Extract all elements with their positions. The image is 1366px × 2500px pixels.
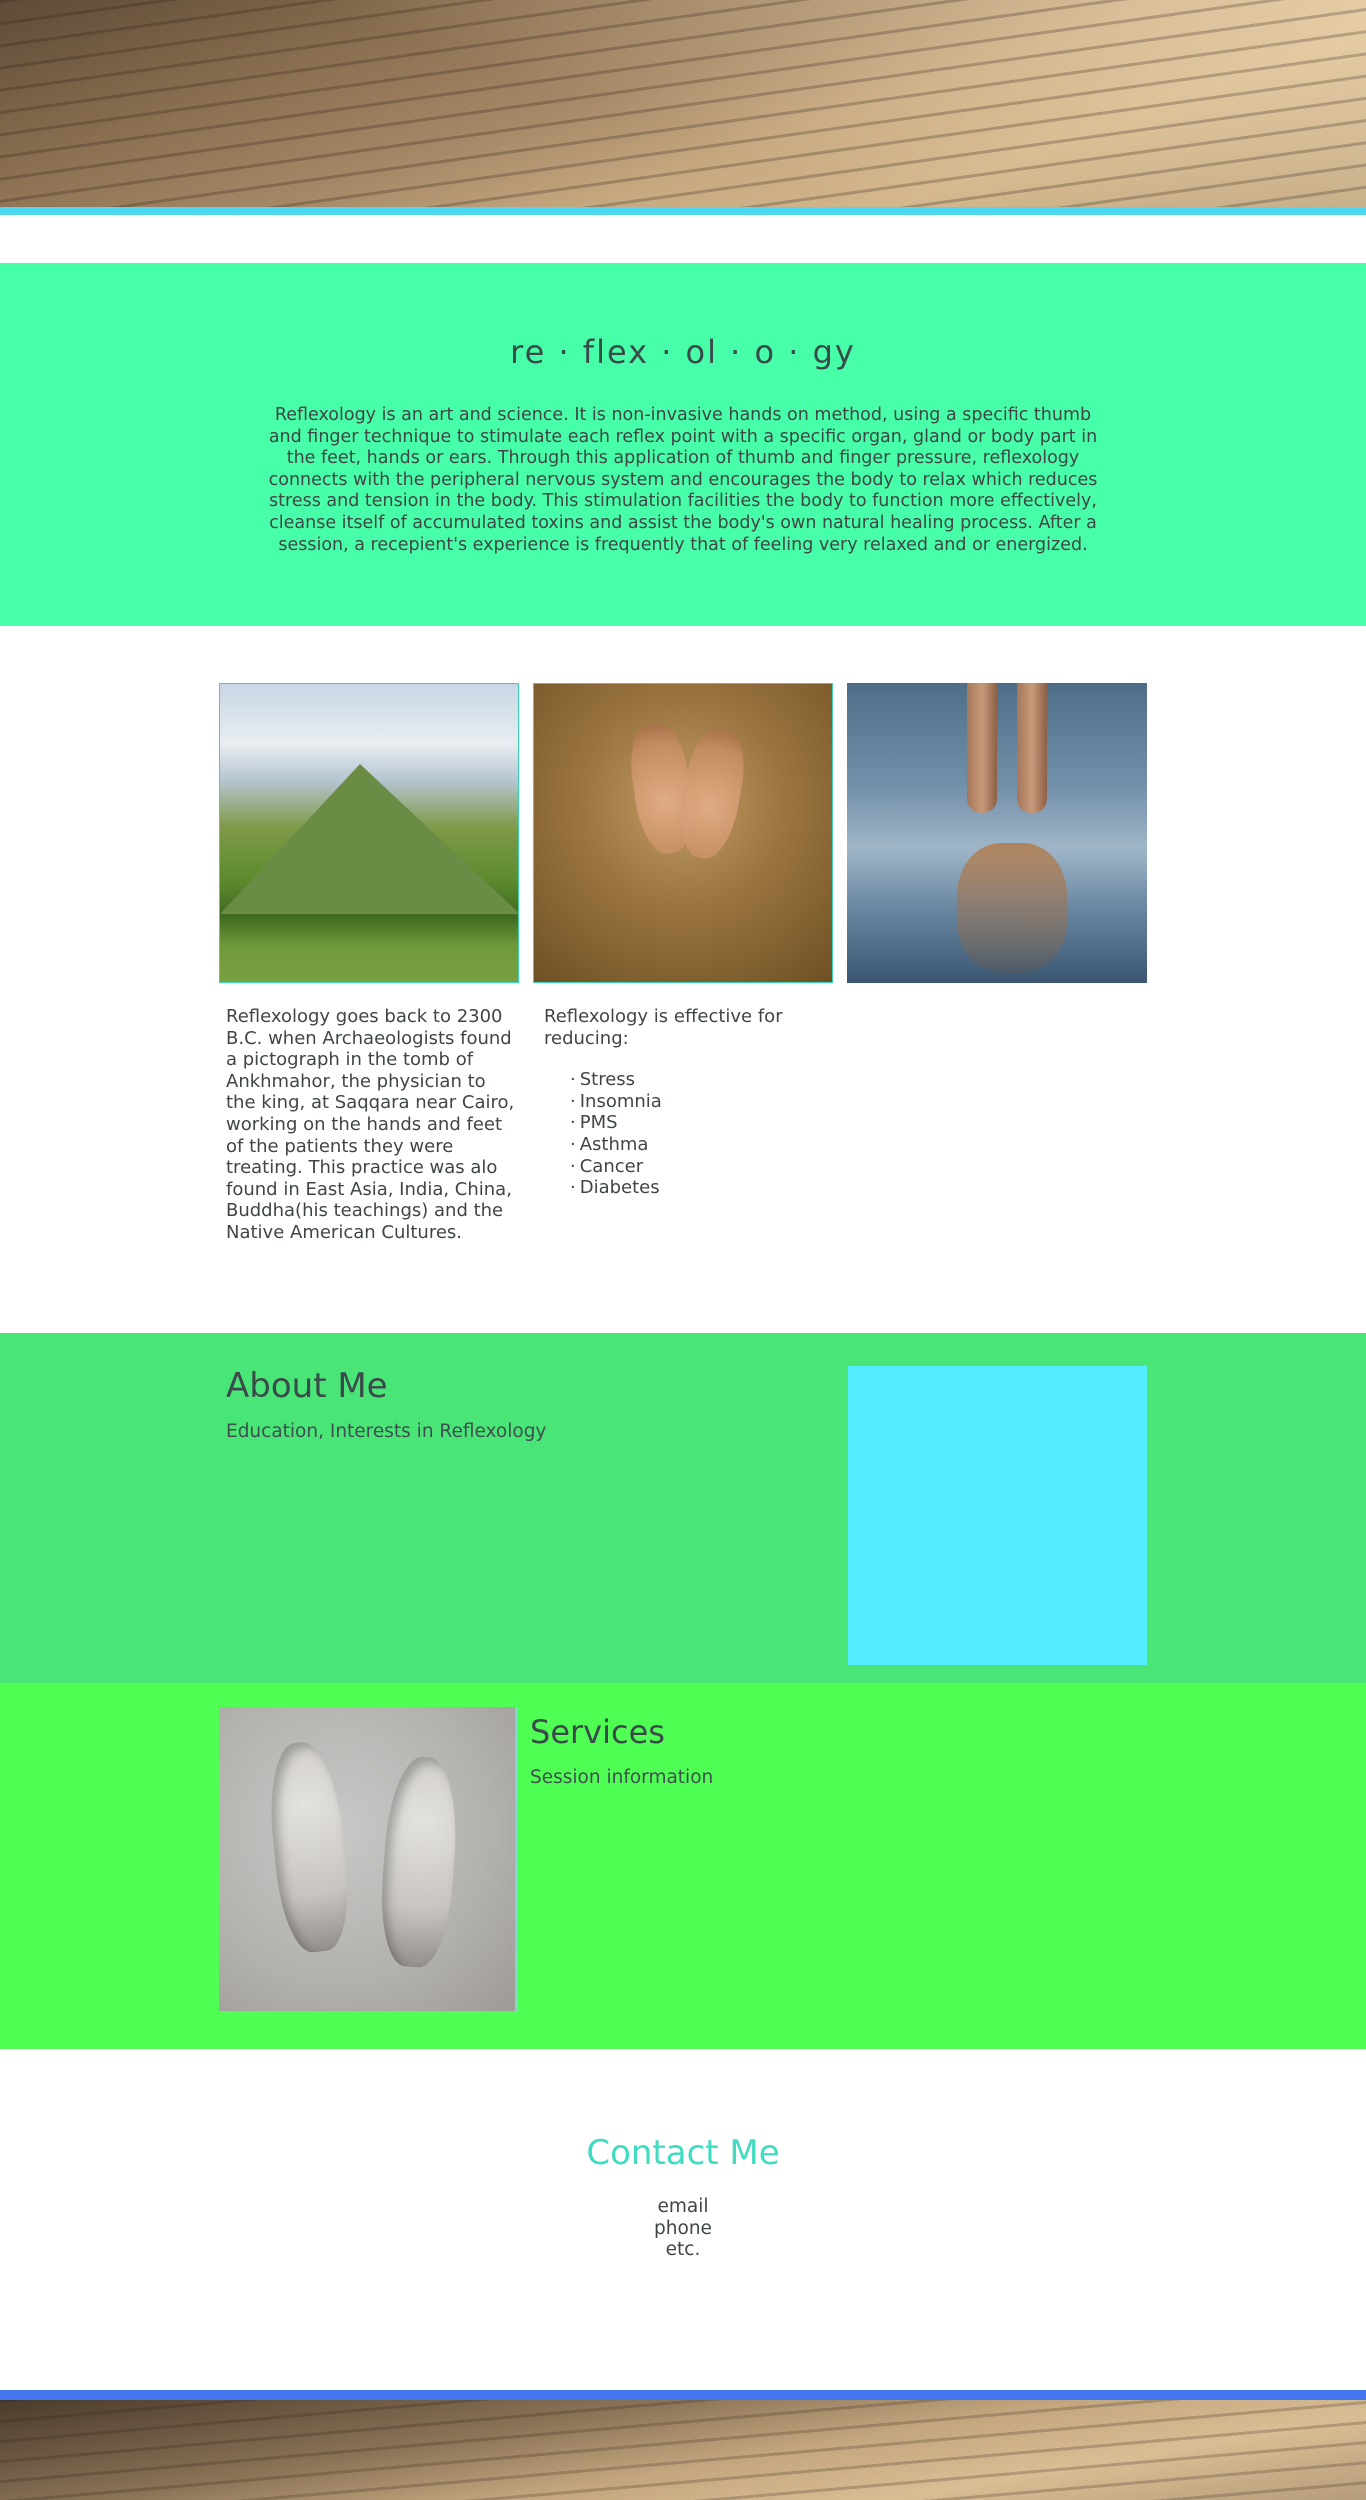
contact-other: etc. (665, 2239, 701, 2260)
footer-sand-image (0, 2400, 1366, 2500)
services-subtitle: Session information (530, 1767, 714, 1788)
benefit-item: Asthma (570, 1134, 804, 1156)
standing-in-water-photo (847, 683, 1147, 983)
contact-details: email phone etc. (0, 2196, 1366, 2261)
intro-title: re · flex · ol · o · gy (510, 333, 856, 371)
mountain-photo (219, 683, 519, 983)
benefit-item: Insomnia (570, 1091, 804, 1113)
about-subtitle: Education, Interests in Reflexology (226, 1421, 547, 1442)
services-title: Services (530, 1713, 665, 1751)
contact-title: Contact Me (586, 2133, 780, 2173)
benefits-list: Stress Insomnia PMS Asthma Cancer Diabet… (544, 1069, 804, 1199)
benefits-column: Reflexology is effective for reducing: S… (544, 1006, 804, 1199)
left-leg-shape (967, 683, 997, 813)
benefit-item: Diabetes (570, 1177, 804, 1199)
right-leg-shape (1017, 683, 1047, 813)
about-photo-placeholder (848, 1366, 1147, 1665)
services-section (0, 1683, 1366, 2049)
footer-dune-texture (0, 2400, 1366, 2500)
contact-email[interactable]: email (0, 2196, 1366, 2218)
hero-divider-bar (0, 207, 1366, 215)
right-footprint-shape (376, 1754, 462, 1970)
benefit-item: Cancer (570, 1156, 804, 1178)
benefit-item: PMS (570, 1112, 804, 1134)
intro-description: Reflexology is an art and science. It is… (268, 405, 1098, 555)
history-text: Reflexology goes back to 2300 B.C. when … (226, 1006, 515, 1243)
footer-divider-bar (0, 2390, 1366, 2400)
mountain-peak-shape (220, 764, 518, 914)
contact-phone[interactable]: phone (0, 2218, 1366, 2240)
benefits-intro: Reflexology is effective for reducing: (544, 1006, 783, 1049)
reflection-shape (957, 843, 1067, 973)
footprints-in-sand-photo (219, 1707, 518, 2011)
right-foot-shape (673, 725, 751, 863)
left-footprint-shape (263, 1738, 355, 1956)
hero-dune-texture (0, 0, 1366, 209)
benefit-item: Stress (570, 1069, 804, 1091)
about-title: About Me (226, 1366, 388, 1406)
feet-in-water-photo (533, 683, 833, 983)
about-section (0, 1333, 1366, 1683)
hero-sand-image (0, 0, 1366, 209)
